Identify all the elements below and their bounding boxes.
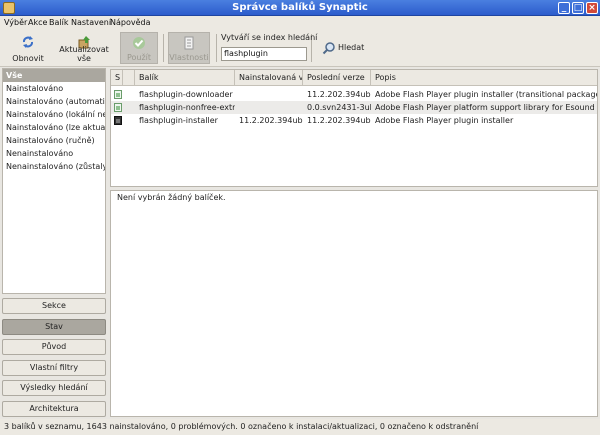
search-button[interactable]: Hledat [316,32,366,64]
package-name: flashplugin-installer [139,116,218,125]
column-latest-version[interactable]: Poslední verze [303,70,371,86]
package-name: flashplugin-downloader [139,90,233,99]
search-input[interactable]: flashplugin [221,47,307,61]
filter-item[interactable]: Nainstalováno (automaticky) [3,95,105,108]
installed-icon [114,116,122,125]
upgrade-all-button[interactable]: Aktualizovat vše [54,32,114,64]
window-title: Správce balíků Synaptic [232,2,368,13]
status-button[interactable]: Stav [2,319,106,335]
upgrade-all-label: Aktualizovat vše [59,45,109,63]
table-header: S Balík Nainstalovaná ve Poslední verze … [111,70,597,86]
title-bar: Správce balíků Synaptic _ □ × [0,0,600,16]
table-row[interactable]: flashplugin-downloader 11.2.202.394ubunt… [111,88,597,101]
package-description: Adobe Flash Player plugin installer [375,116,514,125]
latest-version: 11.2.202.394ubunt [307,90,371,99]
column-installed-version[interactable]: Nainstalovaná ve [235,70,303,86]
custom-filters-button[interactable]: Vlastní filtry [2,360,106,376]
package-description: Adobe Flash Player plugin installer (tra… [375,90,598,99]
status-bar: 3 balíků v seznamu, 1643 nainstalováno, … [0,419,600,435]
menu-vyber[interactable]: Výběr [4,18,27,27]
column-status[interactable]: S [111,70,123,86]
menu-nastaveni[interactable]: Nastavení [71,18,111,27]
properties-icon [184,36,194,50]
architecture-button[interactable]: Architektura [2,401,106,417]
reload-label: Obnovit [12,54,44,63]
filter-item[interactable]: Nenainstalováno [3,147,105,160]
installed-version: 11.2.202.394ubunt [239,116,303,125]
menu-akce[interactable]: Akce [28,18,47,27]
menu-balik[interactable]: Balík [49,18,68,27]
apply-button[interactable]: Použít [120,32,158,64]
filter-item[interactable]: Vše [3,69,105,82]
origin-button[interactable]: Původ [2,339,106,355]
table-row[interactable]: flashplugin-installer 11.2.202.394ubunt … [111,114,597,127]
filter-item[interactable]: Nenainstalováno (zůstaly kon [3,160,105,173]
sections-button[interactable]: Sekce [2,298,106,314]
checkmark-icon [133,37,145,49]
column-support[interactable] [123,70,135,86]
properties-label: Vlastnosti [169,53,209,62]
close-button[interactable]: × [586,2,598,14]
filter-item[interactable]: Nainstalováno (lze aktualizov [3,121,105,134]
column-package[interactable]: Balík [135,70,235,86]
details-text: Není vybrán žádný balíček. [117,193,226,202]
table-row[interactable]: flashplugin-nonfree-extrasou 0.0.svn2431… [111,101,597,114]
apply-label: Použít [126,53,152,62]
magnifier-icon [322,42,335,55]
toolbar-separator [216,34,217,62]
toolbar-separator [163,34,164,62]
latest-version: 11.2.202.394ubunt [307,116,371,125]
package-description: Adobe Flash Player platform support libr… [375,103,597,112]
column-description[interactable]: Popis [371,70,597,86]
minimize-button[interactable]: _ [558,2,570,14]
package-details-panel: Není vybrán žádný balíček. [110,190,598,417]
properties-button[interactable]: Vlastnosti [168,32,210,64]
search-results-button[interactable]: Výsledky hledání [2,380,106,396]
filter-item[interactable]: Nainstalováno (lokální nebo z [3,108,105,121]
search-label: Hledat [338,43,365,52]
not-installed-icon [114,103,122,112]
package-table: S Balík Nainstalovaná ve Poslední verze … [110,69,598,187]
reload-icon [23,36,33,48]
filter-list: Vše Nainstalováno Nainstalováno (automat… [2,68,106,294]
filter-item[interactable]: Nainstalováno (ručně) [3,134,105,147]
reload-button[interactable]: Obnovit [6,32,50,64]
maximize-button[interactable]: □ [572,2,584,14]
menu-napoveda[interactable]: Nápověda [110,18,151,27]
installed-version [235,101,303,114]
menu-bar: Výběr Akce Balík Nastavení Nápověda [0,16,600,29]
filter-item[interactable]: Nainstalováno [3,82,105,95]
package-name: flashplugin-nonfree-extrasou [139,103,235,112]
installed-version [235,88,303,101]
not-installed-icon [114,90,122,99]
latest-version: 0.0.svn2431-3ubun [307,103,371,112]
search-index-label: Vytváří se index hledání [221,33,318,42]
